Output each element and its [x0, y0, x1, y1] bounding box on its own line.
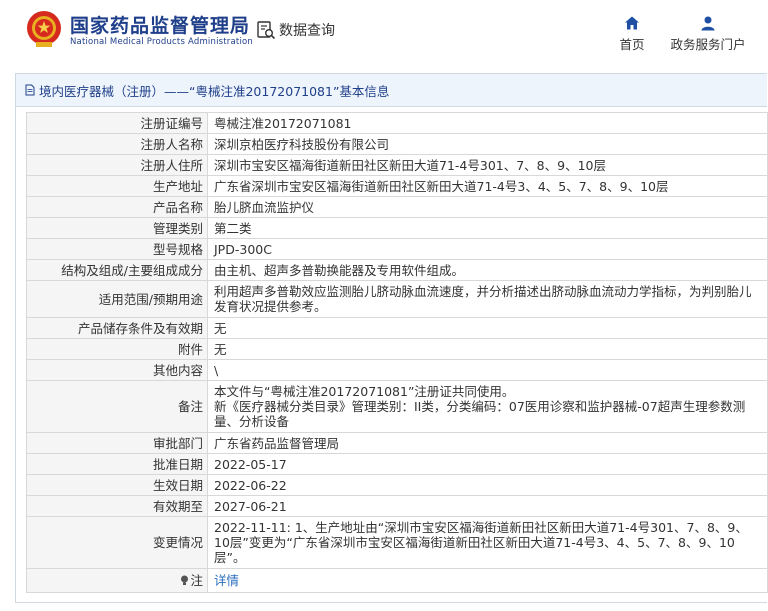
nav-home-label: 首页 — [619, 37, 645, 52]
row-value: 2027-06-21 — [207, 495, 768, 517]
row-label: 产品名称 — [26, 196, 208, 218]
row-label: 变更情况 — [26, 516, 208, 569]
row-label: 审批部门 — [26, 432, 208, 454]
detail-panel: 境内医疗器械（注册）——“粤械注准20172071081”基本信息 注册证编号粤… — [15, 73, 768, 603]
table-row: 型号规格 JPD-300C — [26, 238, 768, 260]
table-row: 备注 本文件与“粤械注准20172071081”注册证共同使用。 新《医疗器械分类… — [26, 380, 768, 433]
site-logo-title[interactable]: 国家药品监督管理局 — [70, 11, 250, 38]
row-value: 本文件与“粤械注准20172071081”注册证共同使用。 新《医疗器械分类目录… — [207, 380, 768, 433]
table-row: 其他内容 \ — [26, 359, 768, 381]
user-icon — [701, 16, 715, 31]
note-label: 注 — [26, 568, 208, 593]
table-row: 批准日期 2022-05-17 — [26, 453, 768, 475]
row-label: 生效日期 — [26, 474, 208, 496]
table-row: 变更情况 2022-11-11: 1、生产地址由“深圳市宝安区福海街道新田社区新田… — [26, 516, 768, 569]
table-row: 产品储存条件及有效期无 — [26, 317, 768, 339]
table-row: 注册证编号 粤械注准20172071081 — [26, 112, 768, 134]
row-value: 深圳京柏医疗科技股份有限公司 — [207, 133, 768, 155]
table-row: 产品名称 胎儿脐血流监护仪 — [26, 196, 768, 218]
row-label: 生产地址 — [26, 175, 208, 197]
row-label: 注册人名称 — [26, 133, 208, 155]
row-label: 附件 — [26, 338, 208, 360]
note-row: 注 详情 — [26, 568, 768, 593]
document-icon — [25, 84, 35, 96]
row-value: 粤械注准20172071081 — [207, 112, 768, 134]
data-search-link[interactable]: 数据查询 — [256, 19, 335, 41]
table-row: 附件无 — [26, 338, 768, 360]
row-value: 胎儿脐血流监护仪 — [207, 196, 768, 218]
table-row: 注册人名称 深圳京柏医疗科技股份有限公司 — [26, 133, 768, 155]
detail-link[interactable]: 详情 — [214, 573, 239, 588]
row-label: 产品储存条件及有效期 — [26, 317, 208, 339]
nav-gov-service-label: 政务服务门户 — [670, 37, 746, 52]
breadcrumb: 境内医疗器械（注册）——“粤械注准20172071081”基本信息 — [16, 74, 767, 107]
detail-table: 注册证编号 粤械注准20172071081 注册人名称 深圳京柏医疗科技股份有限公司注… — [26, 112, 768, 593]
table-row: 审批部门 广东省药品监督管理局 — [26, 432, 768, 454]
row-value: 广东省深圳市宝安区福海街道新田社区新田大道71-4号3、4、5、7、8、9、10… — [207, 175, 768, 197]
row-label: 注册证编号 — [26, 112, 208, 134]
table-row: 生产地址 广东省深圳市宝安区福海街道新田社区新田大道71-4号3、4、5、7、8、… — [26, 175, 768, 197]
row-value: JPD-300C — [207, 238, 768, 260]
row-value: 由主机、超声多普勒换能器及专用软件组成。 — [207, 259, 768, 281]
row-label: 管理类别 — [26, 217, 208, 239]
table-row: 适用范围/预期用途 利用超声多普勒效应监测胎儿脐动脉血流速度，并分析描述出脐动脉血… — [26, 280, 768, 318]
row-label: 结构及组成/主要组成成分 — [26, 259, 208, 281]
row-value: 2022-11-11: 1、生产地址由“深圳市宝安区福海街道新田社区新田大道71… — [207, 516, 768, 569]
row-value: 深圳市宝安区福海街道新田社区新田大道71-4号301、7、8、9、10层 — [207, 154, 768, 176]
data-search-label: 数据查询 — [279, 23, 335, 39]
nav-gov-service[interactable]: 政务服务门户 — [668, 15, 748, 53]
row-value: 利用超声多普勒效应监测胎儿脐动脉血流速度，并分析描述出脐动脉血流动力学指标，为判… — [207, 280, 768, 318]
row-value: \ — [207, 359, 768, 381]
row-value: 第二类 — [207, 217, 768, 239]
data-search-icon — [257, 21, 276, 40]
breadcrumb-text: 境内医疗器械（注册）——“粤械注准20172071081”基本信息 — [39, 83, 390, 99]
row-label: 适用范围/预期用途 — [26, 280, 208, 318]
table-row: 结构及组成/主要组成成分 由主机、超声多普勒换能器及专用软件组成。 — [26, 259, 768, 281]
note-label-text: 注 — [190, 573, 203, 588]
home-icon — [625, 16, 639, 30]
row-label: 备注 — [26, 380, 208, 433]
site-header: 国家药品监督管理局 National Medical Products Admi… — [0, 0, 768, 68]
row-value: 2022-06-22 — [207, 474, 768, 496]
lightbulb-icon — [181, 575, 189, 585]
nav-home[interactable]: 首页 — [613, 15, 651, 53]
site-logo-subtitle: National Medical Products Administration — [70, 37, 253, 47]
national-emblem-icon — [27, 11, 61, 47]
row-value: 广东省药品监督管理局 — [207, 432, 768, 454]
table-row: 生效日期 2022-06-22 — [26, 474, 768, 496]
row-label: 批准日期 — [26, 453, 208, 475]
row-label: 注册人住所 — [26, 154, 208, 176]
table-row: 有效期至 2027-06-21 — [26, 495, 768, 517]
row-value: 无 — [207, 338, 768, 360]
table-row: 注册人住所 深圳市宝安区福海街道新田社区新田大道71-4号301、7、8、9、10… — [26, 154, 768, 176]
row-label: 其他内容 — [26, 359, 208, 381]
table-row: 管理类别 第二类 — [26, 217, 768, 239]
row-label: 有效期至 — [26, 495, 208, 517]
note-value: 详情 — [207, 568, 768, 593]
row-label: 型号规格 — [26, 238, 208, 260]
row-value: 2022-05-17 — [207, 453, 768, 475]
row-value: 无 — [207, 317, 768, 339]
